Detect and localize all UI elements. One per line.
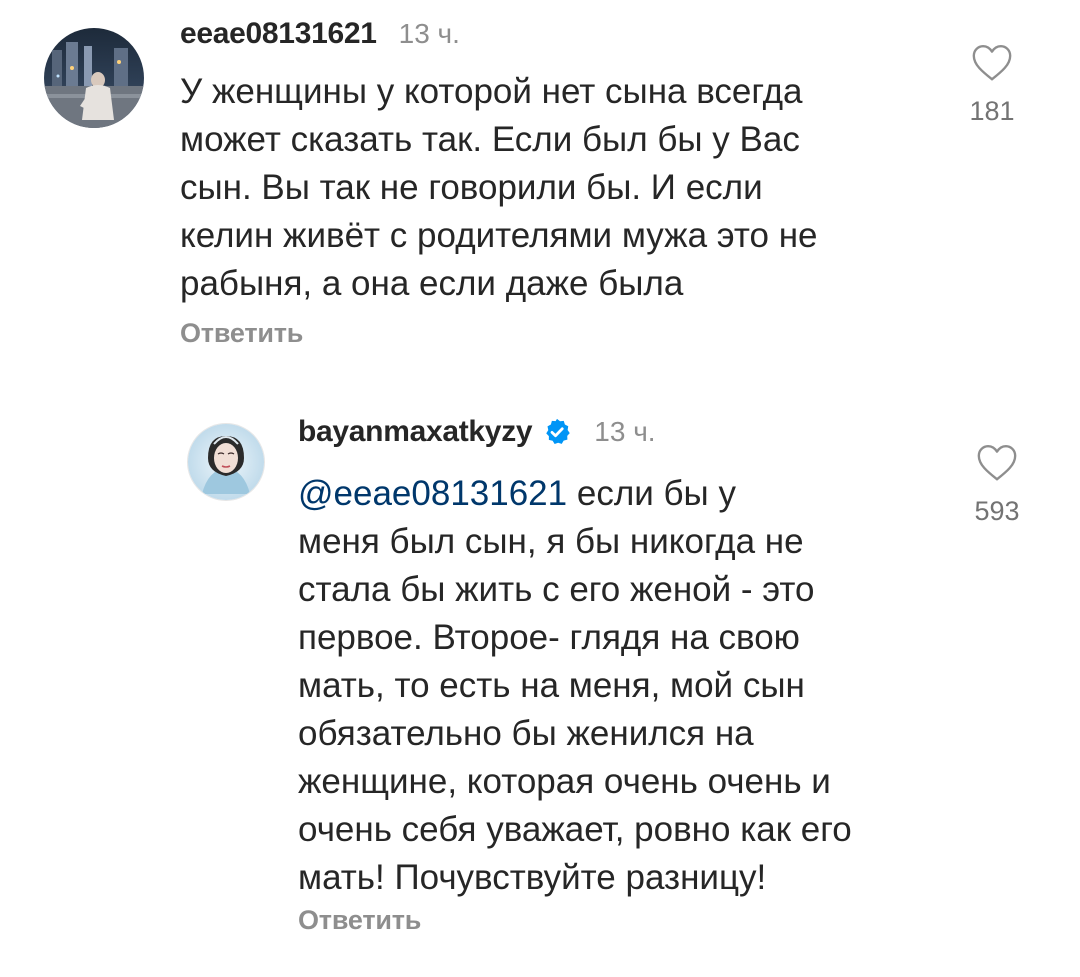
comment-text-rest: меня был сын, я бы никогда не стала бы ж… [298, 522, 852, 897]
comment-header: bayanmaxatkyzy 13 ч. [298, 414, 656, 450]
username[interactable]: eeae08131621 [180, 17, 377, 51]
username[interactable]: bayanmaxatkyzy [298, 415, 533, 449]
timestamp: 13 ч. [398, 18, 460, 49]
like-count: 181 [969, 96, 1015, 126]
avatar[interactable] [188, 424, 264, 500]
comment-header: eeae08131621 13 ч. [180, 16, 460, 52]
comment-text: У женщины у которой нет сына всегда може… [180, 72, 818, 303]
comment-text: @eeae08131621 если бы у меня был сын, я … [298, 470, 958, 902]
verified-badge-icon [546, 418, 571, 444]
avatar-photo-icon [44, 28, 144, 128]
heart-icon [972, 45, 1012, 81]
timestamp: 13 ч. [594, 416, 656, 447]
reply-button[interactable]: Ответить [180, 318, 303, 349]
heart-icon [977, 445, 1017, 481]
comments-screen: eeae08131621 13 ч. У женщины у которой н… [0, 0, 1080, 977]
avatar-photo-icon [188, 424, 264, 500]
mention-link[interactable]: @eeae08131621 [298, 474, 567, 513]
comment-text-first-line: если бы у [567, 474, 736, 513]
avatar[interactable] [44, 28, 144, 128]
like-button[interactable]: 593 [962, 442, 1032, 527]
like-button[interactable]: 181 [957, 42, 1027, 127]
like-count: 593 [974, 496, 1020, 526]
reply-button[interactable]: Ответить [298, 905, 421, 936]
